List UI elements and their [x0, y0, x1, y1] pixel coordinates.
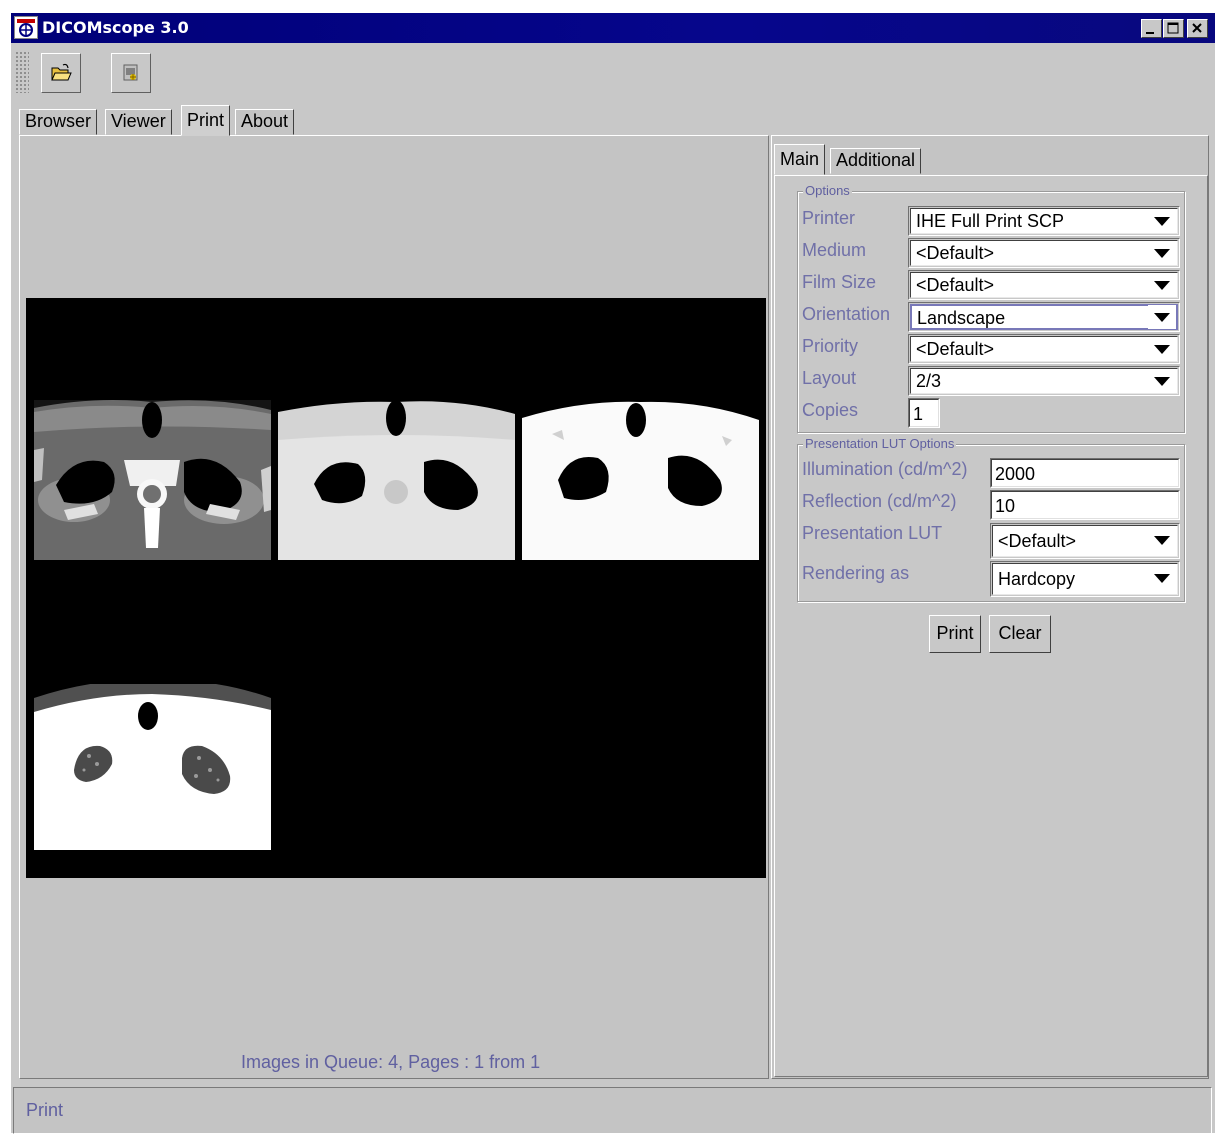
rendering-as-label: Rendering as: [802, 563, 910, 583]
ct-slice-lung-window: [34, 684, 271, 850]
options-group: Options Printer IHE Full Print SCP Mediu…: [797, 183, 1185, 433]
close-icon: [1192, 23, 1202, 33]
side-tab-strip: Main Additional: [774, 144, 974, 175]
window-title: DICOMscope 3.0: [42, 18, 189, 37]
printer-select[interactable]: IHE Full Print SCP: [908, 206, 1180, 236]
queue-status: Images in Queue: 4, Pages : 1 from 1: [241, 1052, 541, 1072]
film-image-4[interactable]: [34, 684, 271, 850]
maximize-icon: [1167, 22, 1179, 34]
presentation-lut-label: Presentation LUT: [802, 523, 943, 543]
chevron-down-icon[interactable]: [1148, 305, 1176, 329]
film-image-2[interactable]: [278, 400, 515, 664]
copies-label: Copies: [802, 400, 859, 420]
film-size-value: <Default>: [910, 272, 1178, 298]
orientation-value: Landscape: [910, 304, 1178, 330]
film-image-3[interactable]: [522, 400, 759, 664]
illumination-field[interactable]: [990, 458, 1180, 488]
reflection-label: Reflection (cd/m^2): [802, 491, 957, 511]
ct-slice-soft-tissue-window: [278, 400, 515, 664]
load-image-button[interactable]: [111, 53, 151, 93]
main-options-panel: Options Printer IHE Full Print SCP Mediu…: [774, 175, 1208, 1077]
presentation-lut-select[interactable]: <Default>: [990, 523, 1180, 559]
status-text: Print: [26, 1100, 64, 1120]
chevron-down-icon[interactable]: [1148, 566, 1176, 590]
copies-field[interactable]: [908, 398, 940, 428]
minimize-icon: [1146, 32, 1154, 34]
chevron-down-icon[interactable]: [1148, 241, 1176, 265]
chevron-down-icon[interactable]: [1148, 273, 1176, 297]
layout-select[interactable]: 2/3: [908, 366, 1180, 396]
printer-value: IHE Full Print SCP: [910, 208, 1178, 234]
film-preview[interactable]: [26, 298, 766, 878]
tab-browser[interactable]: Browser: [19, 109, 98, 135]
orientation-select[interactable]: Landscape: [908, 302, 1180, 332]
open-button[interactable]: [41, 53, 81, 93]
priority-value: <Default>: [910, 336, 1178, 362]
status-bar: Print: [13, 1087, 1212, 1134]
film-size-label: Film Size: [802, 272, 877, 292]
layout-value: 2/3: [910, 368, 1178, 394]
main-tab-strip: Browser Viewer Print About: [17, 105, 317, 136]
maximize-button[interactable]: [1163, 19, 1184, 38]
priority-select[interactable]: <Default>: [908, 334, 1180, 364]
toolbar-grip[interactable]: [15, 51, 29, 93]
print-button[interactable]: Print: [929, 615, 981, 653]
ct-slice-bone-window: [34, 400, 271, 664]
print-options-pane: Main Additional Options Printer IHE Full…: [771, 135, 1209, 1079]
tab-viewer[interactable]: Viewer: [105, 109, 172, 135]
tab-main[interactable]: Main: [774, 144, 826, 175]
toolbar: [11, 47, 1215, 97]
tab-print[interactable]: Print: [181, 105, 231, 136]
priority-label: Priority: [802, 336, 859, 356]
options-legend: Options: [803, 183, 852, 198]
app-icon: [14, 16, 38, 39]
print-preview-pane: Images in Queue: 4, Pages : 1 from 1: [19, 135, 769, 1079]
chevron-down-icon[interactable]: [1148, 369, 1176, 393]
film-image-1[interactable]: [34, 400, 271, 664]
minimize-button[interactable]: [1141, 19, 1162, 38]
rendering-as-select[interactable]: Hardcopy: [990, 561, 1180, 597]
presentation-lut-legend: Presentation LUT Options: [803, 436, 957, 451]
application-window: DICOMscope 3.0 Browser Viewer Print Abou…: [10, 12, 1215, 1134]
tab-about[interactable]: About: [235, 109, 295, 135]
illumination-label: Illumination (cd/m^2): [802, 459, 968, 479]
close-button[interactable]: [1187, 19, 1208, 38]
presentation-lut-group: Presentation LUT Options Illumination (c…: [797, 436, 1185, 602]
title-bar[interactable]: DICOMscope 3.0: [11, 13, 1215, 43]
chevron-down-icon[interactable]: [1148, 337, 1176, 361]
chevron-down-icon[interactable]: [1148, 209, 1176, 233]
clear-button[interactable]: Clear: [989, 615, 1051, 653]
layout-label: Layout: [802, 368, 857, 388]
printer-label: Printer: [802, 208, 856, 228]
reflection-field[interactable]: [990, 490, 1180, 520]
copies-input[interactable]: [909, 399, 939, 427]
chevron-down-icon[interactable]: [1148, 528, 1176, 552]
medium-select[interactable]: <Default>: [908, 238, 1180, 268]
medium-value: <Default>: [910, 240, 1178, 266]
load-image-icon: [123, 64, 138, 81]
open-folder-icon: [51, 63, 72, 81]
medium-label: Medium: [802, 240, 867, 260]
ct-slice-high-contrast-window: [522, 401, 759, 664]
tab-additional[interactable]: Additional: [830, 148, 922, 174]
reflection-input[interactable]: [991, 491, 1179, 519]
orientation-label: Orientation: [802, 304, 891, 324]
film-size-select[interactable]: <Default>: [908, 270, 1180, 300]
illumination-input[interactable]: [991, 459, 1179, 487]
